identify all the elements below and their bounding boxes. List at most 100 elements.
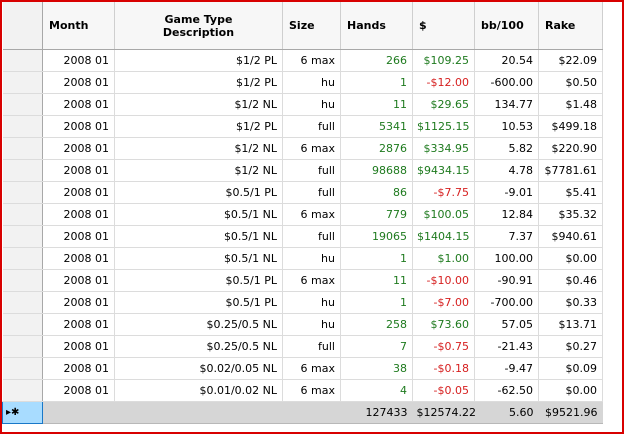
column-header-bb100[interactable]: bb/100 [474, 2, 539, 50]
cell-size[interactable]: hu [282, 71, 341, 94]
table-row[interactable]: 2008 01 $0.5/1 NL 6 max 779 $100.05 12.84 $35.… [2, 203, 603, 226]
cell-size[interactable]: full [282, 181, 341, 204]
cell-rake[interactable]: $940.61 [538, 225, 603, 248]
column-header-game-type[interactable]: Game Type Description [114, 2, 283, 50]
cell-game[interactable]: $0.5/1 PL [114, 291, 283, 314]
cell-hands[interactable]: 19065 [340, 225, 413, 248]
cell-bb100[interactable]: -62.50 [474, 379, 539, 402]
cell-month[interactable]: 2008 01 [42, 181, 115, 204]
row-selector[interactable] [2, 335, 43, 358]
cell-hands[interactable]: 1 [340, 71, 413, 94]
table-row[interactable]: 2008 01 $0.5/1 PL full 86 -$7.75 -9.01 $5.41 [2, 181, 603, 204]
cell-dollars[interactable]: -$0.05 [412, 379, 475, 402]
cell-month[interactable]: 2008 01 [42, 379, 115, 402]
cell-game[interactable]: $0.5/1 NL [114, 203, 283, 226]
cell-bb100[interactable]: 134.77 [474, 93, 539, 116]
row-selector[interactable] [2, 357, 43, 380]
cell-rake[interactable]: $0.46 [538, 269, 603, 292]
row-selector[interactable] [2, 181, 43, 204]
cell-size[interactable]: full [282, 225, 341, 248]
cell-month[interactable]: 2008 01 [42, 49, 115, 72]
cell-size[interactable]: full [282, 335, 341, 358]
cell-dollars[interactable]: $100.05 [412, 203, 475, 226]
cell-dollars[interactable]: $9434.15 [412, 159, 475, 182]
cell-month[interactable]: 2008 01 [42, 93, 115, 116]
table-row[interactable]: 2008 01 $0.5/1 NL full 19065 $1404.15 7.37 $94… [2, 225, 603, 248]
cell-rake[interactable]: $0.09 [538, 357, 603, 380]
table-row[interactable]: 2008 01 $1/2 PL 6 max 266 $109.25 20.54 $22.09 [2, 49, 603, 72]
cell-game[interactable]: $0.5/1 NL [114, 225, 283, 248]
new-row-marker[interactable]: ▸✱ [2, 401, 43, 424]
cell-month[interactable]: 2008 01 [42, 159, 115, 182]
table-row[interactable]: 2008 01 $0.02/0.05 NL 6 max 38 -$0.18 -9.47 $0… [2, 357, 603, 380]
cell-dollars[interactable]: $1404.15 [412, 225, 475, 248]
cell-rake[interactable]: $0.00 [538, 379, 603, 402]
cell-game[interactable]: $0.25/0.5 NL [114, 313, 283, 336]
cell-bb100[interactable]: -9.01 [474, 181, 539, 204]
cell-hands[interactable]: 7 [340, 335, 413, 358]
row-selector[interactable] [2, 379, 43, 402]
cell-rake[interactable]: $22.09 [538, 49, 603, 72]
cell-bb100[interactable]: -9.47 [474, 357, 539, 380]
cell-month[interactable]: 2008 01 [42, 313, 115, 336]
row-selector[interactable] [2, 225, 43, 248]
cell-month[interactable]: 2008 01 [42, 225, 115, 248]
cell-bb100[interactable]: 100.00 [474, 247, 539, 270]
cell-bb100[interactable]: 10.53 [474, 115, 539, 138]
cell-rake[interactable]: $1.48 [538, 93, 603, 116]
cell-dollars[interactable]: $109.25 [412, 49, 475, 72]
cell-dollars[interactable]: -$7.00 [412, 291, 475, 314]
cell-dollars[interactable]: -$0.18 [412, 357, 475, 380]
cell-rake[interactable]: $220.90 [538, 137, 603, 160]
cell-size[interactable]: 6 max [282, 379, 341, 402]
table-row[interactable]: 2008 01 $1/2 NL hu 11 $29.65 134.77 $1.48 [2, 93, 603, 116]
cell-game[interactable]: $1/2 PL [114, 49, 283, 72]
cell-rake[interactable]: $7781.61 [538, 159, 603, 182]
cell-size[interactable]: 6 max [282, 49, 341, 72]
cell-hands[interactable]: 38 [340, 357, 413, 380]
cell-game[interactable]: $1/2 NL [114, 93, 283, 116]
cell-hands[interactable]: 258 [340, 313, 413, 336]
table-row[interactable]: 2008 01 $0.5/1 PL hu 1 -$7.00 -700.00 $0.33 [2, 291, 603, 314]
table-row[interactable]: 2008 01 $0.01/0.02 NL 6 max 4 -$0.05 -62.50 $0… [2, 379, 603, 402]
cell-dollars[interactable]: -$7.75 [412, 181, 475, 204]
cell-dollars[interactable]: $1125.15 [412, 115, 475, 138]
cell-month[interactable]: 2008 01 [42, 71, 115, 94]
cell-bb100[interactable]: -600.00 [474, 71, 539, 94]
row-selector-header[interactable] [2, 2, 43, 50]
cell-hands[interactable]: 98688 [340, 159, 413, 182]
cell-game[interactable]: $0.01/0.02 NL [114, 379, 283, 402]
row-selector[interactable] [2, 291, 43, 314]
column-header-month[interactable]: Month [42, 2, 115, 50]
row-selector[interactable] [2, 203, 43, 226]
row-selector[interactable] [2, 115, 43, 138]
cell-game[interactable]: $1/2 PL [114, 71, 283, 94]
cell-hands[interactable]: 1 [340, 247, 413, 270]
cell-size[interactable]: 6 max [282, 269, 341, 292]
row-selector[interactable] [2, 159, 43, 182]
cell-rake[interactable]: $0.33 [538, 291, 603, 314]
cell-month[interactable]: 2008 01 [42, 335, 115, 358]
cell-game[interactable]: $0.02/0.05 NL [114, 357, 283, 380]
cell-rake[interactable]: $13.71 [538, 313, 603, 336]
cell-dollars[interactable]: -$0.75 [412, 335, 475, 358]
cell-size[interactable]: hu [282, 93, 341, 116]
column-header-dollars[interactable]: $ [412, 2, 475, 50]
cell-rake[interactable]: $5.41 [538, 181, 603, 204]
cell-bb100[interactable]: 12.84 [474, 203, 539, 226]
row-selector[interactable] [2, 313, 43, 336]
cell-game[interactable]: $0.5/1 PL [114, 181, 283, 204]
cell-game[interactable]: $0.5/1 NL [114, 247, 283, 270]
cell-bb100[interactable]: -90.91 [474, 269, 539, 292]
table-row[interactable]: 2008 01 $0.25/0.5 NL hu 258 $73.60 57.05 $13.7… [2, 313, 603, 336]
cell-dollars[interactable]: -$12.00 [412, 71, 475, 94]
cell-month[interactable]: 2008 01 [42, 115, 115, 138]
cell-bb100[interactable]: 57.05 [474, 313, 539, 336]
cell-size[interactable]: 6 max [282, 137, 341, 160]
cell-hands[interactable]: 11 [340, 93, 413, 116]
row-selector[interactable] [2, 269, 43, 292]
cell-bb100[interactable]: 5.82 [474, 137, 539, 160]
column-header-rake[interactable]: Rake [538, 2, 603, 50]
cell-dollars[interactable]: $29.65 [412, 93, 475, 116]
table-row[interactable]: 2008 01 $1/2 NL full 98688 $9434.15 4.78 $7781… [2, 159, 603, 182]
